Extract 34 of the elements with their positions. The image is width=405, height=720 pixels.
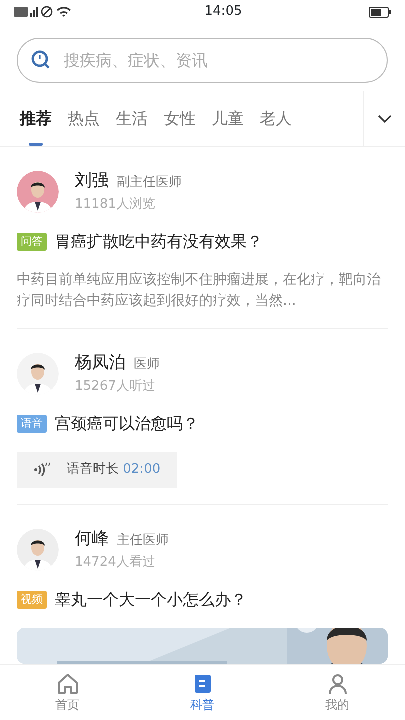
type-tag: 问答 — [17, 232, 47, 252]
home-icon — [56, 672, 80, 696]
answer-excerpt: 中药目前单纯应用应该控制不住肿瘤进展，在化疗，靶向治疗同时结合中药应该起到很好的疗效，当然... — [17, 271, 382, 311]
battery-icon — [369, 6, 391, 18]
status-time: 14:05 — [204, 3, 242, 22]
doctor-title: 主任医师 — [117, 532, 169, 550]
doctor-name: 何峰 — [75, 528, 109, 551]
view-count: 14724人看过 — [75, 554, 156, 572]
view-count: 15267人听过 — [75, 378, 156, 396]
search-icon — [31, 50, 51, 70]
type-tag: 视频 — [17, 590, 47, 610]
voice-player[interactable]: 语音时长 02:00 — [17, 452, 177, 488]
category-tab[interactable]: 推荐 — [12, 91, 60, 146]
question-title[interactable]: 宫颈癌可以治愈吗？ — [55, 412, 199, 436]
doctor-title: 医师 — [134, 356, 160, 374]
nav-tab[interactable]: 首页 — [50, 670, 86, 714]
doctor-title: 副主任医师 — [117, 174, 182, 192]
sound-icon — [33, 462, 51, 478]
doctor-name: 刘强 — [75, 170, 109, 193]
chevron-down-icon[interactable] — [378, 114, 392, 122]
view-count: 11181人浏览 — [75, 196, 156, 214]
category-tab[interactable]: 女性 — [156, 91, 204, 146]
category-tab[interactable]: 热点 — [60, 91, 108, 146]
question-title[interactable]: 胃癌扩散吃中药有没有效果？ — [55, 230, 263, 254]
doctor-name: 杨凤泊 — [75, 352, 126, 375]
search-field[interactable]: 搜疾病、症状、资讯 — [17, 38, 388, 83]
nav-tab[interactable]: 我的 — [320, 670, 356, 714]
category-tab[interactable]: 儿童 — [204, 91, 252, 146]
doctor-avatar — [17, 170, 59, 212]
type-tag: 语音 — [17, 414, 47, 434]
nav-tab[interactable]: 科普 — [184, 670, 220, 714]
category-tab[interactable]: 生活 — [108, 91, 156, 146]
question-title[interactable]: 睾丸一个大一个小怎么办？ — [55, 588, 247, 612]
category-tab[interactable]: 老人 — [252, 91, 300, 146]
